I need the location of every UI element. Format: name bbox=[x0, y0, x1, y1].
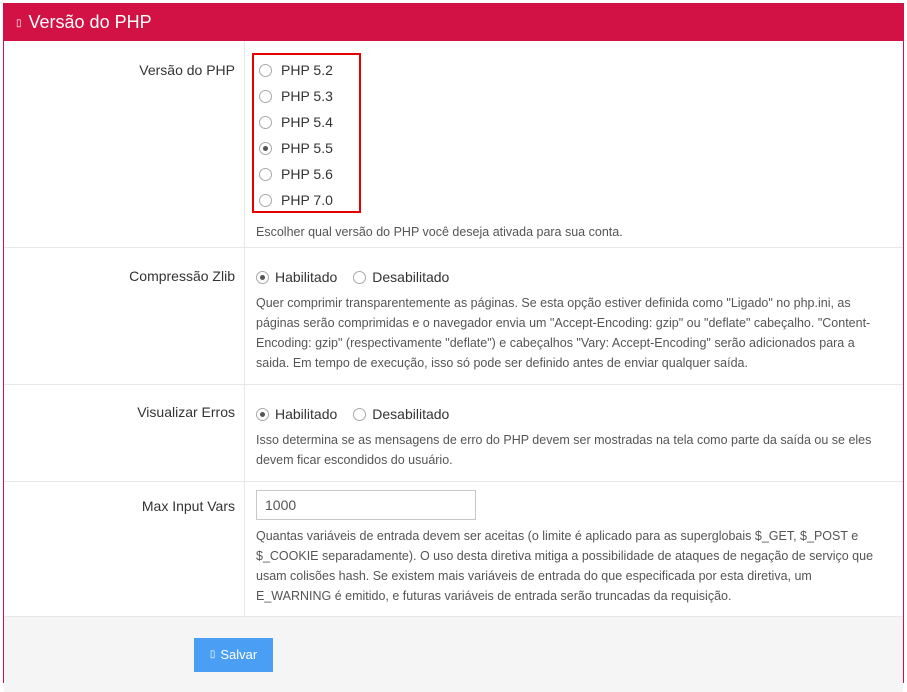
php-option-7-0[interactable]: PHP 7.0 bbox=[254, 187, 359, 213]
php-option-label: PHP 5.2 bbox=[281, 62, 333, 78]
radio-button[interactable] bbox=[259, 167, 272, 181]
display-errors-options: Habilitado Desabilitado bbox=[256, 403, 889, 425]
zlib-options: Habilitado Desabilitado bbox=[256, 266, 889, 288]
php-option-label: PHP 5.5 bbox=[281, 140, 333, 156]
panel-title: Versão do PHP bbox=[28, 12, 152, 32]
php-option-5-3[interactable]: PHP 5.3 bbox=[254, 83, 359, 109]
php-version-help: Escolher qual versão do PHP você deseja … bbox=[256, 225, 623, 239]
max-input-vars-field: 1000 Quantas variáveis de entrada devem … bbox=[244, 482, 903, 616]
php-option-5-5[interactable]: PHP 5.5 bbox=[254, 135, 359, 161]
radio-button-checked[interactable] bbox=[256, 407, 269, 421]
save-icon: ▯ bbox=[209, 649, 216, 660]
radio-button[interactable] bbox=[259, 63, 272, 77]
zlib-label: Compressão Zlib bbox=[129, 268, 235, 284]
max-input-vars-label: Max Input Vars bbox=[141, 498, 235, 514]
zlib-enabled-label: Habilitado bbox=[275, 269, 338, 285]
zlib-row: Compressão Zlib Habilitado Desabilitado … bbox=[4, 248, 903, 385]
radio-button-checked[interactable] bbox=[256, 270, 269, 284]
php-option-label: PHP 7.0 bbox=[281, 192, 333, 208]
php-version-row: Versão do PHP PHP 5.2 PHP 5.3 PHP 5.4 PH… bbox=[4, 41, 903, 248]
errors-enabled-option[interactable]: Habilitado bbox=[256, 406, 337, 422]
zlib-help: Quer comprimir transparentemente as pági… bbox=[256, 296, 871, 370]
radio-button-checked[interactable] bbox=[259, 141, 272, 155]
save-button[interactable]: ▯ Salvar bbox=[194, 637, 273, 672]
display-errors-help: Isso determina se as mensagens de erro d… bbox=[256, 433, 872, 467]
max-input-vars-row: Max Input Vars 1000 Quantas variáveis de… bbox=[4, 482, 903, 617]
php-option-5-6[interactable]: PHP 5.6 bbox=[254, 161, 359, 187]
display-errors-row: Visualizar Erros Habilitado Desabilitado… bbox=[4, 385, 903, 482]
zlib-field: Habilitado Desabilitado Quer comprimir t… bbox=[244, 248, 903, 384]
display-errors-label: Visualizar Erros bbox=[137, 404, 235, 420]
max-input-vars-help: Quantas variáveis de entrada devem ser a… bbox=[256, 529, 874, 603]
radio-button[interactable] bbox=[259, 193, 272, 207]
zlib-disabled-option[interactable]: Desabilitado bbox=[353, 269, 449, 285]
errors-disabled-option[interactable]: Desabilitado bbox=[353, 406, 449, 422]
php-option-label: PHP 5.6 bbox=[281, 166, 333, 182]
radio-button[interactable] bbox=[353, 270, 367, 284]
php-option-5-4[interactable]: PHP 5.4 bbox=[254, 109, 359, 135]
errors-enabled-label: Habilitado bbox=[275, 406, 338, 422]
radio-button[interactable] bbox=[353, 407, 367, 421]
php-option-label: PHP 5.3 bbox=[281, 88, 333, 104]
save-button-label: Salvar bbox=[220, 647, 258, 662]
php-version-field: PHP 5.2 PHP 5.3 PHP 5.4 PHP 5.5 PHP 5.6 bbox=[244, 41, 903, 247]
errors-disabled-label: Desabilitado bbox=[372, 406, 450, 422]
php-version-panel: ▯ Versão do PHP Versão do PHP PHP 5.2 PH… bbox=[3, 3, 904, 692]
panel-header: ▯ Versão do PHP bbox=[4, 4, 903, 41]
radio-button[interactable] bbox=[259, 89, 272, 103]
form-footer: ▯ Salvar bbox=[4, 617, 903, 692]
php-option-5-2[interactable]: PHP 5.2 bbox=[254, 57, 359, 83]
php-version-options: PHP 5.2 PHP 5.3 PHP 5.4 PHP 5.5 PHP 5.6 bbox=[252, 53, 361, 213]
php-option-label: PHP 5.4 bbox=[281, 114, 333, 130]
max-input-vars-input[interactable]: 1000 bbox=[256, 490, 476, 520]
settings-icon: ▯ bbox=[16, 18, 22, 29]
zlib-disabled-label: Desabilitado bbox=[372, 269, 450, 285]
display-errors-field: Habilitado Desabilitado Isso determina s… bbox=[244, 385, 903, 481]
radio-button[interactable] bbox=[259, 115, 272, 129]
zlib-enabled-option[interactable]: Habilitado bbox=[256, 269, 337, 285]
php-version-label: Versão do PHP bbox=[139, 62, 235, 78]
